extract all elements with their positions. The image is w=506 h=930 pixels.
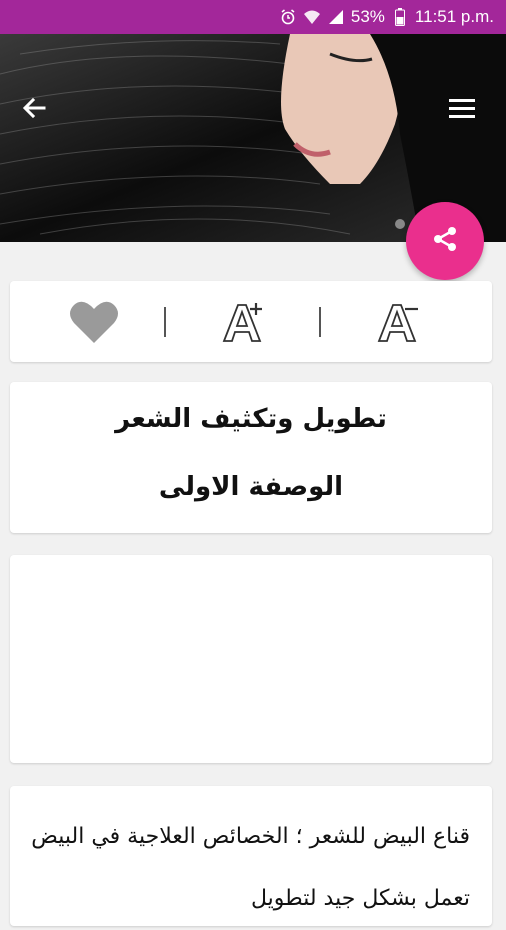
- toolbar-divider: [319, 307, 321, 337]
- share-button[interactable]: [406, 202, 484, 280]
- reading-toolbar: [10, 281, 492, 362]
- article-body: قناع البيض للشعر ؛ الخصائص العلاجية في ا…: [31, 824, 470, 911]
- battery-icon: [391, 8, 409, 26]
- signal-icon: [327, 8, 345, 26]
- toolbar-divider: [164, 307, 166, 337]
- font-decrease-icon[interactable]: [371, 295, 425, 349]
- hamburger-menu-icon[interactable]: [448, 96, 476, 120]
- status-bar: 53% 11:51 p.m.: [0, 0, 506, 34]
- alarm-icon: [279, 8, 297, 26]
- font-increase-icon[interactable]: [216, 295, 270, 349]
- clock: 11:51 p.m.: [414, 7, 494, 26]
- favorite-heart-icon[interactable]: [67, 295, 121, 349]
- article-subtitle: الوصفة الاولى: [158, 472, 344, 502]
- ad-placeholder: [10, 555, 492, 763]
- article-body-card: قناع البيض للشعر ؛ الخصائص العلاجية في ا…: [10, 786, 492, 926]
- battery-percent: 53%: [350, 7, 385, 26]
- article-title: تطويل وتكثيف الشعر: [115, 404, 387, 434]
- wifi-icon: [303, 8, 321, 26]
- article-title-card: تطويل وتكثيف الشعر الوصفة الاولى: [10, 382, 492, 533]
- back-icon[interactable]: [18, 92, 50, 124]
- share-icon: [429, 223, 461, 259]
